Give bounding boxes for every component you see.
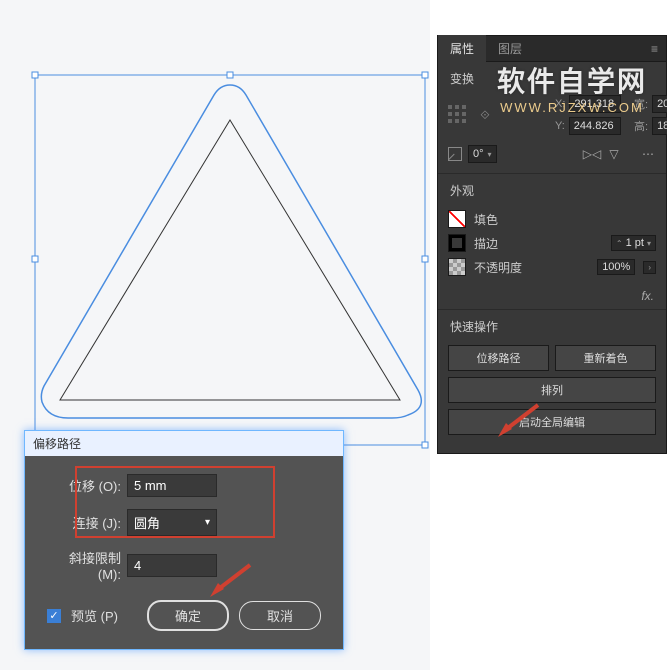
cancel-button[interactable]: 取消	[239, 601, 321, 630]
opacity-input[interactable]: 100%	[597, 259, 635, 275]
angle-icon	[448, 147, 462, 161]
join-label: 连接 (J):	[47, 513, 121, 532]
opacity-expand-icon[interactable]: ›	[643, 261, 656, 274]
link-wh-icon[interactable]: ⟐	[476, 108, 494, 123]
global-edit-button[interactable]: 启动全局编辑	[448, 409, 656, 435]
watermark-url: WWW.RJZXW.COM	[497, 100, 647, 115]
quick-title: 快速操作	[438, 310, 666, 339]
offset-path-button[interactable]: 位移路径	[448, 345, 549, 371]
fill-swatch[interactable]	[448, 210, 466, 228]
miter-label: 斜接限制 (M):	[47, 548, 121, 582]
y-input[interactable]: 244.826	[569, 117, 621, 135]
offset-input[interactable]: 5 mm	[127, 474, 217, 497]
appearance-section: 填色 描边 ⌃1 pt▾ 不透明度 100% ›	[438, 203, 666, 287]
opacity-label: 不透明度	[474, 259, 522, 276]
w-input[interactable]: 209.215	[652, 95, 667, 113]
more-options-icon[interactable]: ⋯	[640, 147, 656, 161]
appearance-title: 外观	[438, 174, 666, 203]
panel-tabs: 属性 图层 ≡	[438, 36, 666, 62]
opacity-swatch[interactable]	[448, 258, 466, 276]
offset-label: 位移 (O):	[47, 476, 121, 495]
h-label: 高:	[634, 118, 648, 134]
preview-checkbox[interactable]: ✓	[47, 609, 61, 623]
preview-label: 预览 (P)	[71, 606, 118, 625]
stroke-label: 描边	[474, 235, 498, 252]
angle-input[interactable]: 0°▾	[468, 145, 497, 163]
stroke-weight-input[interactable]: ⌃1 pt▾	[611, 235, 656, 251]
ok-button[interactable]: 确定	[147, 600, 229, 631]
h-input[interactable]: 185.295	[652, 117, 667, 135]
flip-h-icon[interactable]: ▷◁	[584, 147, 600, 161]
stroke-swatch[interactable]	[448, 234, 466, 252]
fx-button[interactable]: fx.	[438, 287, 666, 309]
watermark-text: 软件自学网	[497, 60, 647, 100]
miter-input[interactable]: 4	[127, 554, 217, 577]
artwork-triangle[interactable]	[30, 70, 430, 470]
y-label: Y:	[555, 120, 565, 132]
watermark: 软件自学网 WWW.RJZXW.COM	[497, 60, 647, 115]
dialog-title: 偏移路径	[25, 431, 343, 456]
quick-actions: 位移路径 重新着色 排列 启动全局编辑	[438, 339, 666, 453]
join-select[interactable]: 圆角▾	[127, 509, 217, 536]
flip-v-icon[interactable]: ▽	[606, 147, 622, 161]
fill-label: 填色	[474, 211, 498, 228]
offset-path-dialog: 偏移路径 位移 (O): 5 mm 连接 (J): 圆角▾ 斜接限制 (M): …	[24, 430, 344, 650]
tab-layers[interactable]: 图层	[486, 35, 534, 62]
reference-point-icon[interactable]	[448, 105, 468, 125]
panel-menu-icon[interactable]: ≡	[643, 42, 666, 56]
angle-row: 0°▾ ▷◁ ▽ ⋯	[438, 143, 666, 173]
recolor-button[interactable]: 重新着色	[555, 345, 656, 371]
tab-properties[interactable]: 属性	[438, 35, 486, 62]
arrange-button[interactable]: 排列	[448, 377, 656, 403]
